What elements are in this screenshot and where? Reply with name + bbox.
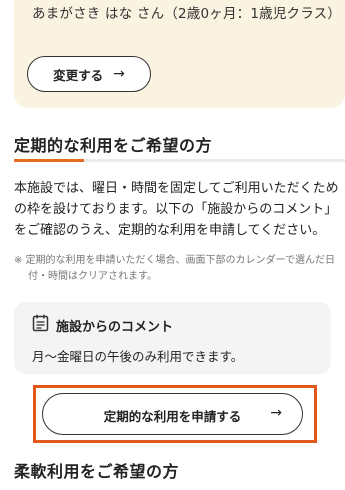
child-name-text: あまがさき はな さん（2歳0ヶ月：1歳児クラス）	[32, 6, 342, 22]
flexible-use-title: 柔軟利用をご希望の方	[14, 462, 180, 481]
facility-comment-heading: 施設からのコメント	[32, 314, 173, 336]
section-divider-accent	[14, 159, 84, 162]
change-button[interactable]: 変更する →	[27, 56, 151, 92]
regular-use-title: 定期的な利用をご希望の方	[14, 136, 213, 155]
change-button-label: 変更する	[53, 67, 104, 83]
arrow-right-icon: →	[113, 66, 125, 82]
apply-regular-use-button[interactable]: 定期的な利用を申請する →	[42, 393, 303, 435]
regular-use-description: 本施設では、曜日・時間を固定してご利用いただくための枠を設けております。以下の「…	[14, 181, 339, 238]
memo-icon	[32, 314, 49, 336]
facility-comment-box: 施設からのコメント 月〜金曜日の午後のみ利用できます。	[14, 302, 331, 374]
section-divider	[14, 159, 345, 162]
child-info-card: あまがさき はな さん（2歳0ヶ月：1歳児クラス） 変更する →	[14, 0, 345, 108]
arrow-right-icon: →	[270, 405, 282, 421]
facility-comment-heading-label: 施設からのコメント	[56, 319, 174, 335]
regular-use-note: ※ 定期的な利用を申請いただく場合、画面下部のカレンダーで選んだ日付・時間はクリ…	[14, 255, 335, 282]
apply-regular-use-label: 定期的な利用を申請する	[103, 409, 242, 424]
facility-comment-body: 月〜金曜日の午後のみ利用できます。	[32, 349, 244, 364]
